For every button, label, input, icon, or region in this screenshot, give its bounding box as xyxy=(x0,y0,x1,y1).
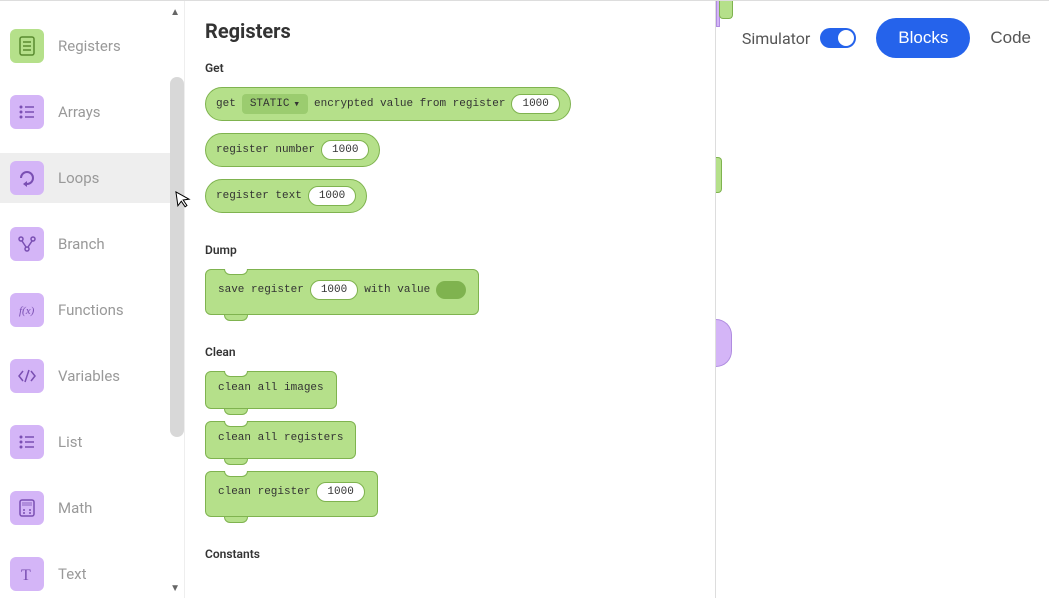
value-pill[interactable]: 1000 xyxy=(511,94,559,114)
sidebar-item-label: Loops xyxy=(58,169,99,187)
list-icon xyxy=(10,425,44,459)
scroll-down-icon[interactable]: ▼ xyxy=(170,583,180,594)
value-pill[interactable]: 1000 xyxy=(321,140,369,160)
branch-icon xyxy=(10,227,44,261)
sidebar-item-label: Math xyxy=(58,499,92,517)
section-dump-label: Dump xyxy=(205,243,695,257)
block-fragment[interactable] xyxy=(716,319,732,367)
loop-icon xyxy=(10,161,44,195)
block-text: save register xyxy=(218,284,304,296)
svg-text:f(x): f(x) xyxy=(19,305,35,317)
sidebar-item-label: Arrays xyxy=(58,103,101,121)
chevron-down-icon: ▾ xyxy=(293,97,300,111)
sidebar-item-math[interactable]: Math xyxy=(0,483,184,533)
value-pill[interactable]: 1000 xyxy=(308,186,356,206)
category-sidebar: ▲ Registers Arrays Loops xyxy=(0,1,185,598)
block-clean-register[interactable]: clean register 1000 xyxy=(205,471,378,517)
block-text: get xyxy=(216,98,236,110)
block-fragment[interactable] xyxy=(719,1,733,19)
value-slot[interactable] xyxy=(436,281,466,299)
block-text: clean register xyxy=(218,486,310,498)
block-text: with value xyxy=(364,284,430,296)
switch-knob xyxy=(838,30,854,46)
dropdown-static[interactable]: STATIC ▾ xyxy=(242,94,308,114)
sidebar-item-text[interactable]: T Text xyxy=(0,549,184,598)
block-text: encrypted value from register xyxy=(314,98,505,110)
value-pill[interactable]: 1000 xyxy=(316,482,364,502)
value-pill[interactable]: 1000 xyxy=(310,280,358,300)
block-register-text[interactable]: register text 1000 xyxy=(205,179,367,213)
section-constants-label: Constants xyxy=(205,547,695,561)
panel-title: Registers xyxy=(205,19,695,43)
simulator-label: Simulator xyxy=(742,29,810,48)
simulator-toggle-group: Simulator xyxy=(742,28,856,48)
simulator-switch[interactable] xyxy=(820,28,856,48)
sidebar-item-label: Registers xyxy=(58,37,121,55)
section-get-label: Get xyxy=(205,61,695,75)
sidebar-item-label: Text xyxy=(58,565,87,583)
blocks-flyout-panel: Registers Get get STATIC ▾ encrypted val… xyxy=(185,1,715,598)
section-clean-label: Clean xyxy=(205,345,695,359)
block-text: clean all registers xyxy=(218,432,343,444)
sidebar-item-branch[interactable]: Branch xyxy=(0,219,184,269)
sidebar-item-list[interactable]: List xyxy=(0,417,184,467)
code-icon xyxy=(10,359,44,393)
block-text: clean all images xyxy=(218,382,324,394)
block-text: register number xyxy=(216,144,315,156)
svg-text:T: T xyxy=(21,567,31,583)
block-register-number[interactable]: register number 1000 xyxy=(205,133,380,167)
list-icon xyxy=(10,95,44,129)
document-icon xyxy=(10,29,44,63)
sidebar-item-label: Functions xyxy=(58,301,124,319)
sidebar-item-loops[interactable]: Loops xyxy=(0,153,184,203)
text-icon: T xyxy=(10,557,44,591)
sidebar-item-registers[interactable]: Registers xyxy=(0,21,184,71)
sidebar-item-arrays[interactable]: Arrays xyxy=(0,87,184,137)
block-fragment[interactable] xyxy=(716,157,722,193)
sidebar-item-label: List xyxy=(58,433,82,451)
calculator-icon xyxy=(10,491,44,525)
scroll-up-icon[interactable]: ▲ xyxy=(170,7,180,18)
block-text: register text xyxy=(216,190,302,202)
sidebar-scrollbar[interactable] xyxy=(170,77,184,437)
blocks-tab-button[interactable]: Blocks xyxy=(876,18,970,58)
sidebar-item-label: Branch xyxy=(58,235,105,253)
block-clean-all-images[interactable]: clean all images xyxy=(205,371,337,409)
block-save-register[interactable]: save register 1000 with value xyxy=(205,269,479,315)
function-icon: f(x) xyxy=(10,293,44,327)
top-controls: Simulator Blocks Code xyxy=(742,18,1031,58)
block-get-encrypted[interactable]: get STATIC ▾ encrypted value from regist… xyxy=(205,87,571,121)
sidebar-item-functions[interactable]: f(x) Functions xyxy=(0,285,184,335)
block-clean-all-registers[interactable]: clean all registers xyxy=(205,421,356,459)
code-tab-button[interactable]: Code xyxy=(990,28,1031,48)
sidebar-item-variables[interactable]: Variables xyxy=(0,351,184,401)
workspace-canvas[interactable] xyxy=(715,1,1049,598)
sidebar-item-label: Variables xyxy=(58,367,120,385)
